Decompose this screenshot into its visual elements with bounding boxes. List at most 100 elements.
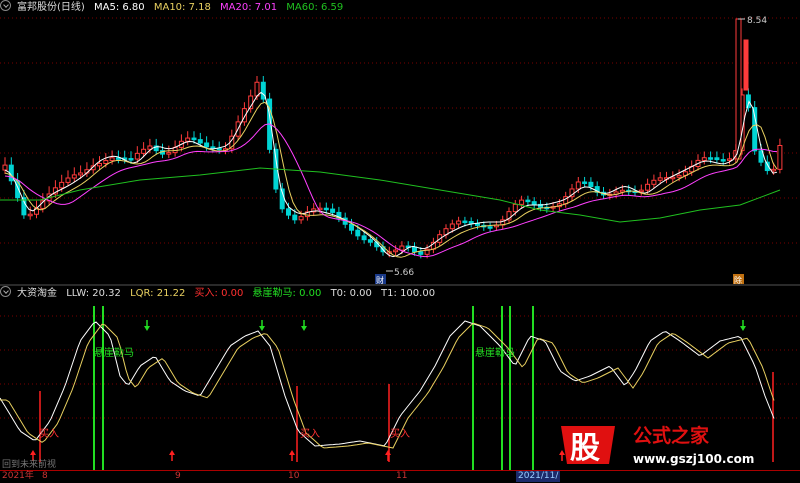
status-text: 回到未来前视 [2,460,57,470]
candle-body [708,157,714,160]
candle-body [525,199,531,203]
settings-circle-icon[interactable] [0,0,11,11]
buy-arrow-icon [30,450,36,455]
ma60-line [0,167,781,223]
date-axis-label: 8 [42,471,48,481]
candle-body [412,246,417,253]
site-watermark: 股 公式之家 www.gszj100.com [555,420,785,470]
candle-body [103,160,109,164]
ma60-readout: MA60: 6.59 [286,2,344,13]
candle-body [771,168,777,172]
candle-body [71,174,77,179]
ma5-line [4,91,778,258]
watermark-logo-glyph: 股 [570,431,600,466]
candle-body [743,39,749,91]
candle-body [185,137,191,142]
candle-body [59,181,65,189]
lqr-readout: LQR: 21.22 [130,288,186,299]
candle-body [531,201,537,205]
candle-body [582,181,588,184]
candle-body [134,152,140,160]
candle-body [355,229,361,237]
sell-arrow-icon [259,326,265,331]
candle-body [65,177,71,183]
candle-body [651,179,657,185]
candle-body [204,142,210,148]
candle-body [254,81,260,97]
candle-body [141,148,147,154]
indicator-header: 大资淘金 LLW: 20.32 LQR: 21.22 买入: 0.00 悬崖勒马… [0,286,441,301]
buy-label-2: 买入 [300,428,320,440]
buy-label-1: 买入 [39,428,59,440]
candle-body [487,226,493,229]
ma10-readout: MA10: 7.18 [153,2,211,13]
candle-body [418,251,424,255]
stock-title[interactable]: 富邦股份(日线) [17,2,85,13]
candle-body [449,223,455,230]
candle-body [97,162,102,167]
candle-body [109,157,115,162]
xuanya-label-1: 悬崖勒马 [94,346,134,359]
ma20-readout: MA20: 7.01 [220,2,278,13]
candle-body [361,235,367,241]
candle-body [745,94,751,109]
candle-body [323,207,329,211]
candle-body [777,145,783,170]
xuanya-readout: 悬崖勒马: 0.00 [252,288,322,299]
indicator-title[interactable]: 大资淘金 [17,288,57,299]
sell-arrow-icon [144,326,150,331]
date-axis-label: 2021年 [2,471,34,481]
watermark-url: www.gszj100.com [633,452,754,466]
main-chart-panel[interactable]: 富邦股份(日线) MA5: 6.80 MA10: 7.18 MA20: 7.01… [0,0,800,285]
high-price-label: 8.54 [747,16,767,26]
candle-body [349,223,354,231]
date-axis-label: 11 [396,471,408,481]
candle-body [210,146,216,149]
t0-readout: T0: 0.00 [330,288,372,299]
buy-arrow-icon [289,450,295,455]
candle-body [367,239,373,243]
candle-body [393,249,399,253]
xuanya-label-2: 悬崖勒马 [475,346,515,359]
candle-body [588,181,594,188]
sell-arrow-icon [740,326,746,331]
date-axis[interactable]: 2021年 8 9 10 11 2021/11/ [0,470,800,483]
candle-body [292,214,298,221]
candle-body [575,181,581,190]
watermark-name: 公式之家 [633,424,710,447]
exright-badge-text: 除 [734,275,742,284]
candle-body [735,18,742,160]
buy-readout: 买入: 0.00 [194,288,244,299]
settings-circle-icon[interactable] [0,286,11,297]
buy-label-3: 买入 [390,428,410,440]
candle-body [330,208,336,213]
llw-readout: LLW: 20.32 [66,288,121,299]
candle-body [298,216,304,221]
candle-body [191,137,197,141]
candle-body [197,139,203,144]
date-axis-label: 9 [175,471,181,481]
candle-body [166,152,172,155]
candle-body [720,159,726,162]
candle-body [676,174,682,178]
buy-arrow-icon [385,450,391,455]
date-axis-cursor-label: 2021/11/ [516,471,561,482]
candle-body [657,177,663,181]
buy-arrow-icon [169,450,175,455]
candle-body [2,164,8,171]
candle-body [701,157,707,161]
candle-body [456,220,462,225]
candle-body [638,189,644,193]
candlestick-chart[interactable]: 8.54 5.66 财 除 [0,0,800,285]
main-chart-header: 富邦股份(日线) MA5: 6.80 MA10: 7.18 MA20: 7.01… [0,0,349,15]
candle-body [399,245,405,251]
candle-body [645,183,651,191]
date-axis-label: 10 [288,471,300,481]
sell-arrow-icon [301,326,307,331]
candle-body [468,221,474,224]
candle-body [714,157,720,161]
candle-body [519,199,525,205]
candle-body [512,203,518,213]
candle-body [27,213,33,217]
low-price-label: 5.66 [394,268,414,278]
